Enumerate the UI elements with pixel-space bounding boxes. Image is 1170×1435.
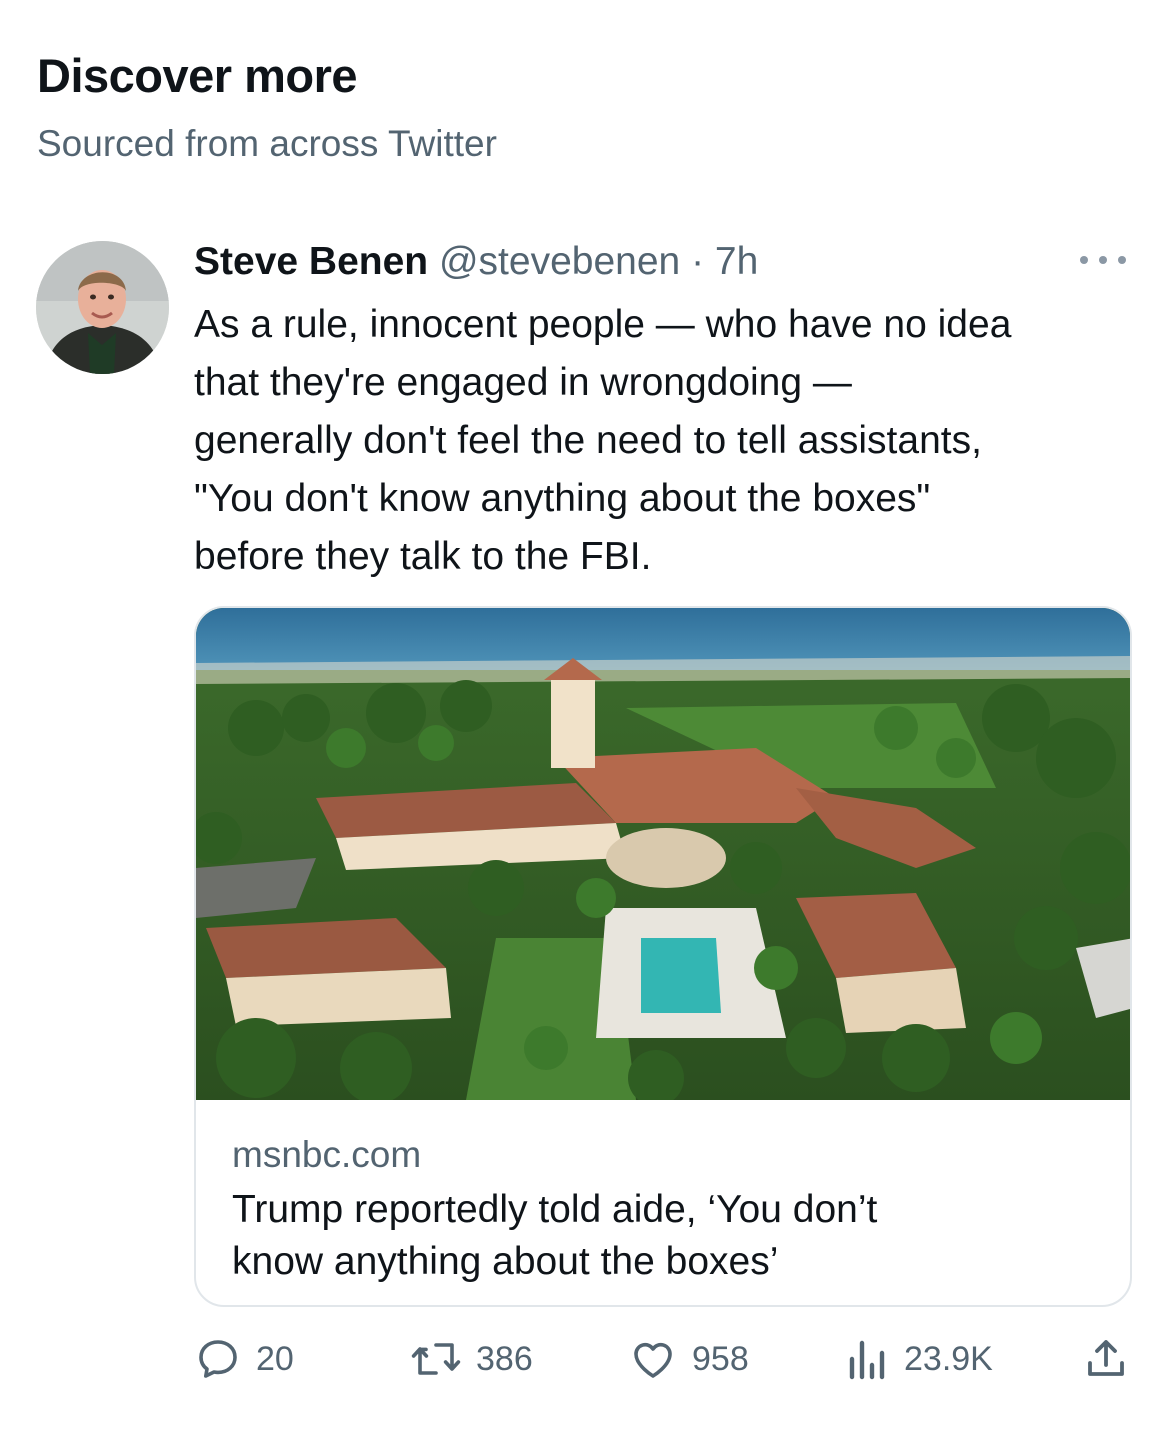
more-horizontal-icon xyxy=(1080,256,1088,264)
section-subtitle: Sourced from across Twitter xyxy=(37,123,497,164)
reply-count: 20 xyxy=(256,1339,294,1378)
card-image xyxy=(196,608,1130,1100)
section-title: Discover more xyxy=(37,49,358,102)
tweet-text-line: As a rule, innocent people — who have no… xyxy=(194,303,1012,346)
tweet-time[interactable]: 7h xyxy=(715,240,758,283)
tweet-header: Steve Benen @stevebenen · 7h xyxy=(194,236,1130,288)
link-card[interactable]: msnbc.com Trump reportedly told aide, ‘Y… xyxy=(194,606,1132,1307)
retweet-button[interactable]: 386 xyxy=(410,1334,533,1384)
card-domain: msnbc.com xyxy=(232,1134,422,1175)
share-icon xyxy=(1088,1340,1124,1376)
share-button[interactable] xyxy=(1082,1334,1130,1384)
tweet-actions: 20 386 958 23.9K xyxy=(194,1334,1134,1384)
discover-header: Discover more Sourced from across Twitte… xyxy=(37,44,497,166)
tweet-text-line: before they talk to the FBI. xyxy=(194,535,652,578)
more-dot xyxy=(1099,256,1107,264)
tweet-text-line: that they're engaged in wrongdoing — xyxy=(194,361,852,404)
reply-button[interactable]: 20 xyxy=(194,1334,294,1384)
retweet-count: 386 xyxy=(476,1339,533,1378)
tweet-text: As a rule, innocent people — who have no… xyxy=(194,296,1139,586)
reply-icon xyxy=(199,1340,237,1378)
like-count: 958 xyxy=(692,1339,749,1378)
card-headline: Trump reportedly told aide, ‘You don’t k… xyxy=(232,1184,1092,1288)
card-headline-line: know anything about the boxes’ xyxy=(232,1240,779,1283)
views-count: 23.9K xyxy=(904,1339,993,1378)
retweet-icon xyxy=(411,1343,461,1375)
analytics-icon xyxy=(849,1340,885,1380)
more-dot xyxy=(1118,256,1126,264)
card-headline-line: Trump reportedly told aide, ‘You don’t xyxy=(232,1188,878,1231)
author-name[interactable]: Steve Benen xyxy=(194,240,428,283)
author-handle[interactable]: @stevebenen xyxy=(439,240,680,283)
views-button[interactable]: 23.9K xyxy=(846,1334,993,1384)
like-button[interactable]: 958 xyxy=(628,1334,749,1384)
avatar-photo xyxy=(36,241,169,374)
tweet-text-line: "You don't know anything about the boxes… xyxy=(194,477,931,520)
heart-icon xyxy=(634,1342,672,1378)
avatar[interactable] xyxy=(36,241,169,374)
dot-separator: · xyxy=(691,240,705,283)
more-options-button[interactable] xyxy=(1080,240,1126,280)
tweet-text-line: generally don't feel the need to tell as… xyxy=(194,419,982,462)
